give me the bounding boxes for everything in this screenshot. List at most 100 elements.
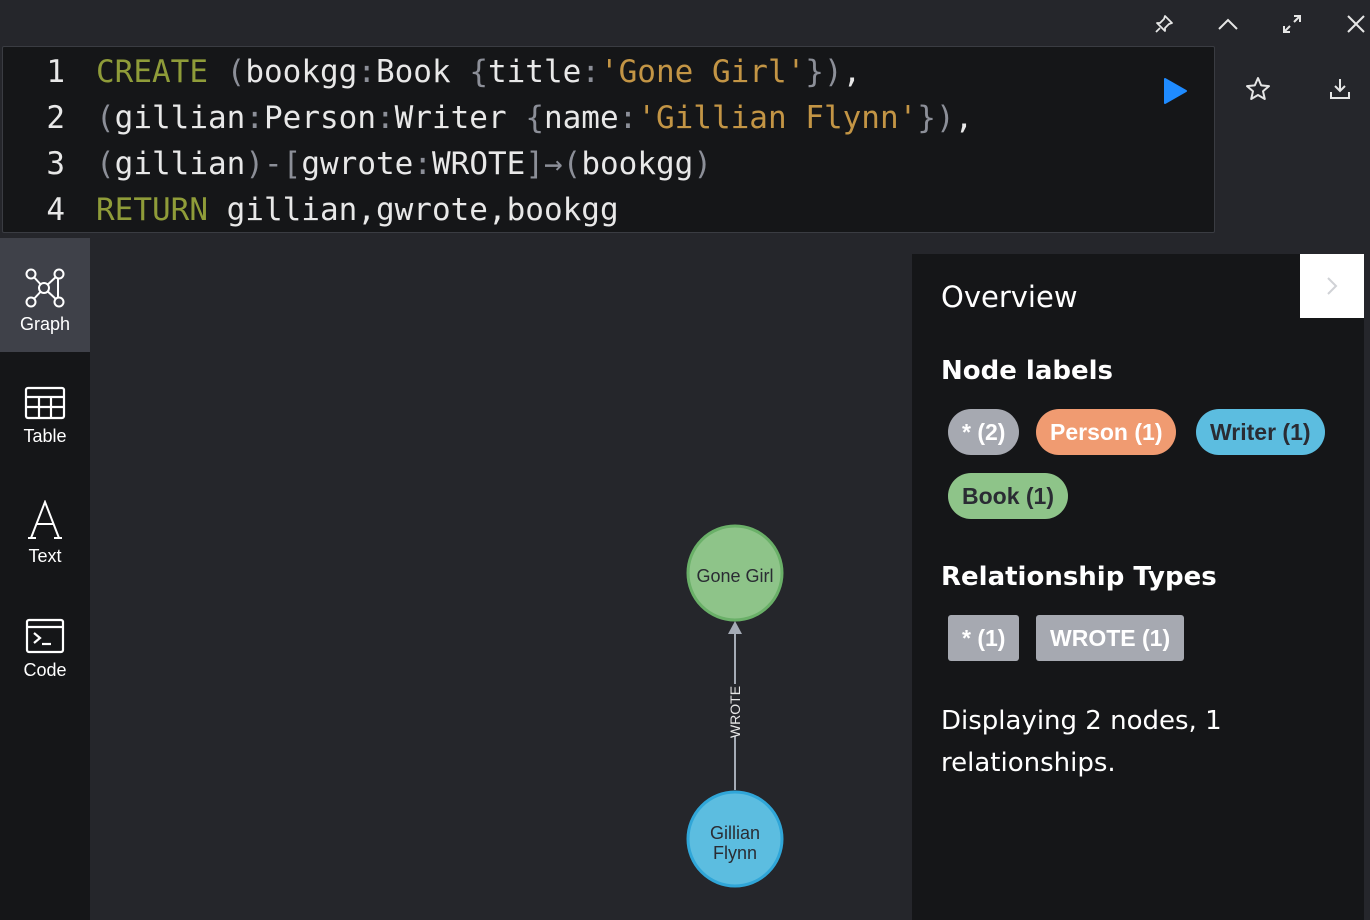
code-token: , xyxy=(954,100,974,136)
overview-title: Overview xyxy=(941,280,1078,314)
code-text: (gillian:Person:Writer {name:'Gillian Fl… xyxy=(96,95,973,141)
code-line: 4 RETURN gillian,gwrote,bookgg xyxy=(3,187,618,233)
code-token: gwrote xyxy=(301,146,414,182)
node-label-pill-person[interactable]: Person (1) xyxy=(1036,409,1177,455)
code-token: 'Gone Girl' xyxy=(599,54,806,90)
code-token: ) xyxy=(935,100,955,136)
overview-status: Displaying 2 nodes, 1 relationships. xyxy=(941,706,1222,778)
graph-icon xyxy=(25,268,65,308)
code-text: RETURN gillian,gwrote,bookgg xyxy=(96,187,619,233)
fullscreen-icon[interactable] xyxy=(1276,8,1308,40)
node-person-caption: Flynn xyxy=(713,843,757,863)
code-token: ( xyxy=(96,146,115,182)
rel-type-tag-all[interactable]: * (1) xyxy=(948,615,1020,661)
code-text: CREATE (bookgg:Book {title:'Gone Girl'})… xyxy=(96,49,861,95)
code-token: Book xyxy=(375,54,451,90)
line-number: 1 xyxy=(46,54,65,90)
code-token: { xyxy=(469,54,488,90)
chevron-up-icon[interactable] xyxy=(1212,8,1244,40)
node-book[interactable]: Gone Girl xyxy=(686,524,784,622)
code-token: { xyxy=(525,100,544,136)
code-token: ] xyxy=(525,146,544,182)
code-token: , xyxy=(357,192,376,228)
code-token: ) xyxy=(245,146,264,182)
query-editor[interactable]: 1 CREATE (bookgg:Book {title:'Gone Girl'}… xyxy=(2,46,1215,233)
code-token: [ xyxy=(282,146,302,182)
node-label-pill-all[interactable]: * (2) xyxy=(948,409,1020,455)
relationship-arrowhead xyxy=(728,621,742,634)
code-token: Person xyxy=(264,100,376,136)
frame-toolbar xyxy=(0,0,1370,46)
line-number: 2 xyxy=(46,100,65,136)
line-number: 4 xyxy=(46,192,65,228)
code-text: (gillian)-[gwrote:WROTE]→(bookgg) xyxy=(96,141,712,187)
code-token: : xyxy=(618,100,638,136)
rel-type-tag-wrote[interactable]: WROTE (1) xyxy=(1036,615,1185,661)
code-token: ( xyxy=(562,146,582,182)
view-tab-label: Graph xyxy=(19,314,71,334)
node-book-caption: Gone Girl xyxy=(696,566,773,586)
code-token: ) xyxy=(693,146,712,182)
collapse-overview-button[interactable] xyxy=(1300,254,1364,318)
code-line: 1 CREATE (bookgg:Book {title:'Gone Girl'}… xyxy=(3,49,861,95)
graph-canvas[interactable]: WROTE Gone Girl Gillian Flynn xyxy=(90,238,912,920)
code-token: : xyxy=(375,100,395,136)
code-token: bookgg xyxy=(506,192,619,228)
code-token: 'Gillian Flynn' xyxy=(637,100,918,136)
view-tab-label: Code xyxy=(23,660,67,680)
code-token: : xyxy=(581,54,600,90)
view-tab-code[interactable]: Code xyxy=(0,588,90,702)
download-icon[interactable] xyxy=(1323,72,1357,106)
code-token: : xyxy=(357,54,376,90)
code-line: 2 (gillian:Person:Writer {name:'Gillian F… xyxy=(3,95,973,141)
table-icon xyxy=(24,386,66,420)
view-tab-graph[interactable]: Graph xyxy=(0,238,90,352)
line-number: 3 xyxy=(46,146,65,182)
code-token: : xyxy=(245,100,264,136)
code-token: CREATE xyxy=(96,54,208,90)
code-token: name xyxy=(543,100,619,136)
view-tab-label: Text xyxy=(28,546,62,566)
graph-svg: WROTE Gone Girl Gillian Flynn xyxy=(686,524,784,888)
node-label-pill-book[interactable]: Book (1) xyxy=(948,473,1068,519)
code-token: bookgg xyxy=(581,146,694,182)
code-token: gwrote xyxy=(375,192,488,228)
code-token: : xyxy=(413,146,432,182)
code-token: } xyxy=(917,100,936,136)
code-line: 3 (gillian)-[gwrote:WROTE]→(bookgg) xyxy=(3,141,712,187)
code-token: , xyxy=(487,192,507,228)
view-tab-table[interactable]: Table xyxy=(0,356,90,470)
pin-icon[interactable] xyxy=(1148,8,1180,40)
relationship-label[interactable]: WROTE xyxy=(727,686,743,738)
run-query-button[interactable] xyxy=(1158,74,1192,108)
code-token: gillian xyxy=(114,100,246,136)
code-token: RETURN xyxy=(96,192,208,228)
close-icon[interactable] xyxy=(1340,8,1370,40)
node-labels-heading: Node labels xyxy=(941,356,1114,386)
code-token: Writer xyxy=(394,100,507,136)
code-token: ( xyxy=(226,54,246,90)
text-icon xyxy=(28,500,62,539)
code-token: gillian xyxy=(114,146,246,182)
code-token: bookgg xyxy=(245,54,358,90)
code-token: - xyxy=(264,146,283,182)
favorite-star-icon[interactable] xyxy=(1241,72,1275,106)
code-token: ) xyxy=(823,54,843,90)
node-label-pill-writer[interactable]: Writer (1) xyxy=(1196,409,1325,455)
code-token: , xyxy=(842,54,862,90)
code-token: gillian xyxy=(207,192,358,228)
node-person[interactable]: Gillian Flynn xyxy=(686,790,784,888)
code-token: → xyxy=(544,146,563,182)
chevron-right-icon xyxy=(1327,277,1338,295)
view-tab-label: Table xyxy=(23,426,67,446)
code-token: } xyxy=(805,54,824,90)
code-icon xyxy=(25,618,65,654)
overview-panel: Overview Node labels * (2) Person (1) Wr… xyxy=(912,254,1364,920)
relationship-types-heading: Relationship Types xyxy=(941,562,1217,592)
code-token: WROTE xyxy=(432,146,526,182)
view-switcher: Graph Table Text Code xyxy=(0,238,90,920)
view-tab-text[interactable]: Text xyxy=(0,470,90,584)
